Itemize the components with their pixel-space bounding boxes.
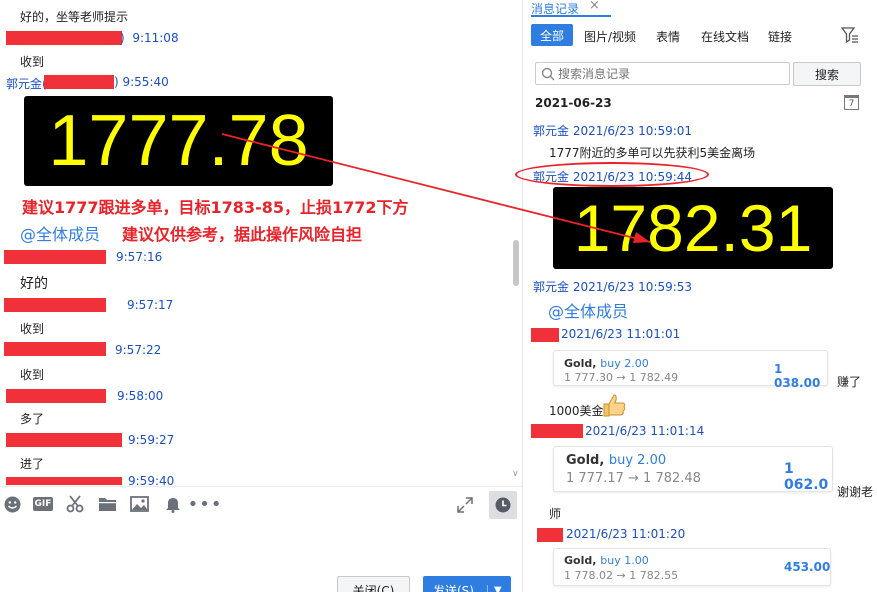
annotation-arrow xyxy=(221,133,651,243)
